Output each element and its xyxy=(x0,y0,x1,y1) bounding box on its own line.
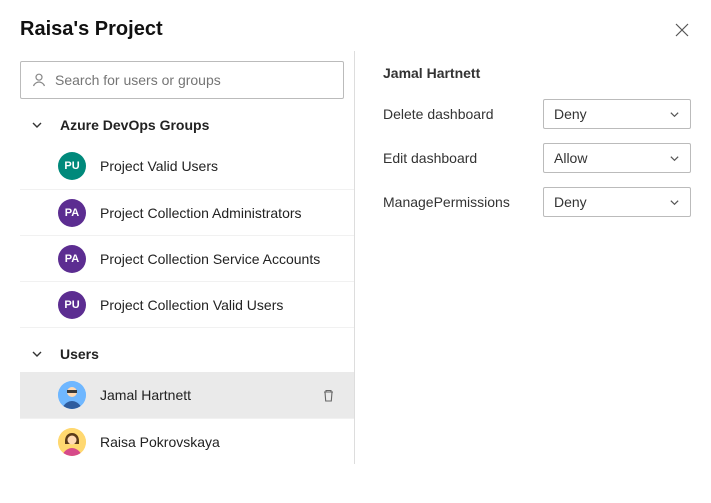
section-users-label: Users xyxy=(60,346,99,362)
list-item[interactable]: PA Project Collection Service Accounts xyxy=(20,235,354,281)
group-name: Project Collection Valid Users xyxy=(100,297,354,313)
avatar: PU xyxy=(58,291,86,319)
chevron-down-icon xyxy=(669,109,680,120)
avatar xyxy=(58,381,86,409)
search-input-wrapper[interactable] xyxy=(20,61,344,99)
permission-value: Deny xyxy=(554,106,587,122)
group-name: Project Valid Users xyxy=(100,158,354,174)
permission-value: Deny xyxy=(554,194,587,210)
search-input[interactable] xyxy=(55,72,333,88)
avatar: PA xyxy=(58,245,86,273)
group-name: Project Collection Administrators xyxy=(100,205,354,221)
close-icon[interactable] xyxy=(673,21,691,39)
chevron-down-icon xyxy=(669,153,680,164)
list-item[interactable]: PU Project Collection Valid Users xyxy=(20,281,354,327)
page-title: Raisa's Project xyxy=(20,18,163,41)
group-name: Project Collection Service Accounts xyxy=(100,251,354,267)
chevron-down-icon[interactable] xyxy=(30,347,44,361)
person-icon xyxy=(31,72,47,88)
avatar: PA xyxy=(58,199,86,227)
permission-select[interactable]: Allow xyxy=(543,143,691,173)
list-item[interactable]: PU Project Valid Users xyxy=(20,143,354,189)
user-name: Jamal Hartnett xyxy=(100,387,321,403)
avatar: PU xyxy=(58,152,86,180)
permission-select[interactable]: Deny xyxy=(543,99,691,129)
list-item[interactable]: PA Project Collection Administrators xyxy=(20,189,354,235)
permission-label: ManagePermissions xyxy=(383,194,543,210)
avatar xyxy=(58,428,86,456)
user-name: Raisa Pokrovskaya xyxy=(100,434,354,450)
chevron-down-icon[interactable] xyxy=(30,118,44,132)
detail-title: Jamal Hartnett xyxy=(383,65,691,81)
permission-label: Delete dashboard xyxy=(383,106,543,122)
list-item[interactable]: Jamal Hartnett xyxy=(20,372,354,418)
permission-value: Allow xyxy=(554,150,587,166)
permission-label: Edit dashboard xyxy=(383,150,543,166)
permission-select[interactable]: Deny xyxy=(543,187,691,217)
section-groups-label: Azure DevOps Groups xyxy=(60,117,209,133)
list-item[interactable]: Raisa Pokrovskaya xyxy=(20,418,354,464)
trash-icon[interactable] xyxy=(321,388,336,403)
chevron-down-icon xyxy=(669,197,680,208)
